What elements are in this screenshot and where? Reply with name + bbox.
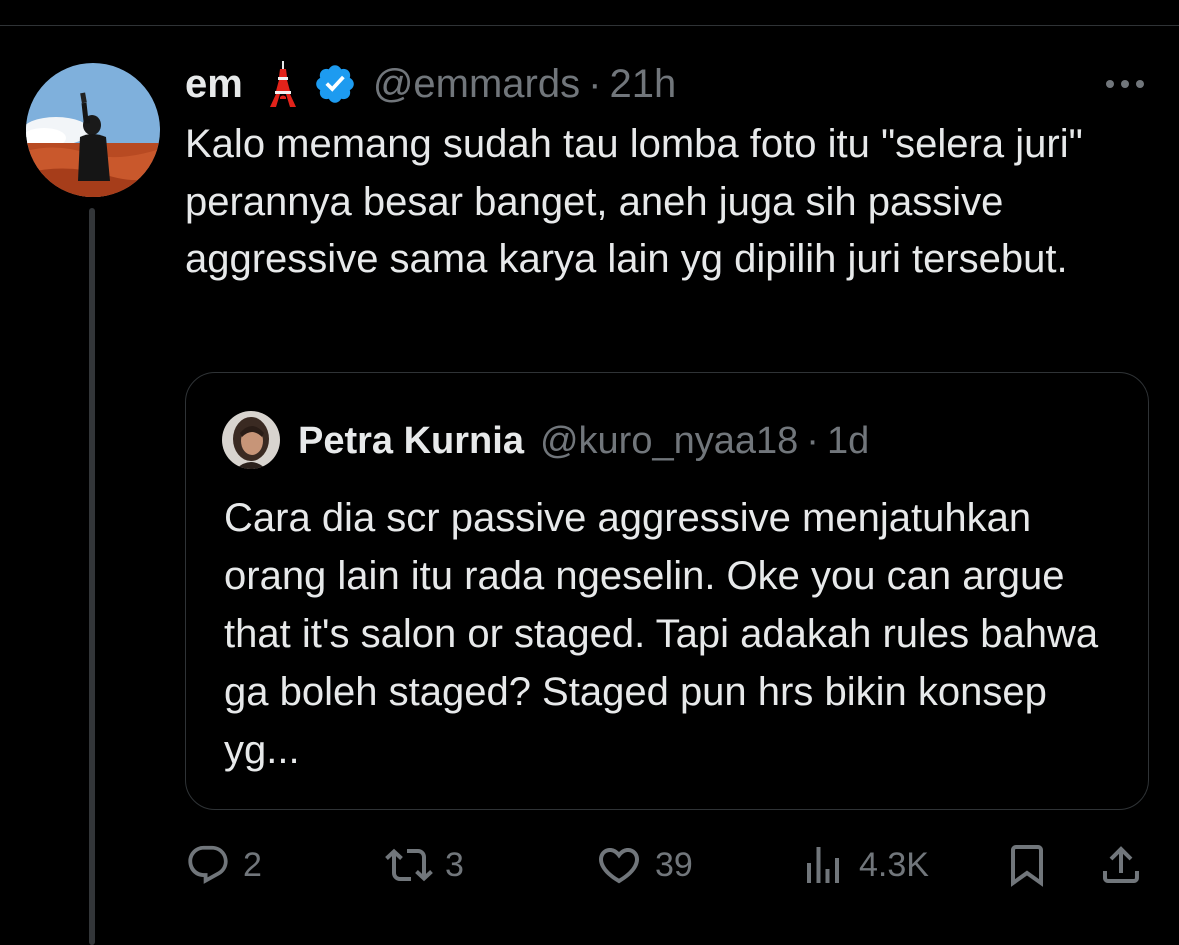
retweet-icon [385,848,433,882]
like-button[interactable]: 39 [595,838,693,892]
views-chart-icon [807,847,839,883]
author-name[interactable]: em [185,62,243,107]
reply-icon [188,845,228,884]
timestamp[interactable]: 21h [609,62,676,107]
quoted-avatar[interactable] [222,411,280,469]
quoted-avatar-image [222,411,280,469]
more-options-icon[interactable] [1100,66,1150,102]
avatar[interactable] [26,63,160,197]
bookmark-button[interactable] [1003,838,1051,892]
heart-icon [598,848,640,884]
reply-count: 2 [243,845,262,884]
views-count: 4.3K [859,845,929,884]
separator-dot: · [588,61,602,106]
views-button[interactable]: 4.3K [799,838,929,892]
retweet-button[interactable]: 3 [385,838,464,892]
share-icon [1103,846,1139,883]
quoted-author-handle[interactable]: @kuro_nyaa18 [540,420,798,463]
quoted-tweet-text: Cara dia scr passive aggressive menjatuh… [224,496,1099,772]
share-button[interactable] [1097,838,1145,892]
verified-badge-icon[interactable] [313,62,357,106]
author-handle[interactable]: @emmards [373,62,580,107]
reply-button[interactable]: 2 [185,838,262,892]
retweet-count: 3 [445,845,464,884]
like-count: 39 [655,845,693,884]
quoted-timestamp[interactable]: 1d [827,420,869,463]
top-divider [0,25,1179,26]
quoted-separator-dot: · [806,419,819,462]
quoted-author-name[interactable]: Petra Kurnia [298,420,524,463]
thread-line [89,208,95,945]
quoted-tweet-header: Petra Kurnia @kuro_nyaa18 · 1d [298,415,869,467]
bookmark-icon [1011,845,1043,887]
tweet-header: em @emmards · 21h [185,58,676,110]
tweet-text: Kalo memang sudah tau lomba foto itu "se… [185,122,1083,281]
quoted-tweet-card[interactable]: Petra Kurnia @kuro_nyaa18 · 1d Cara dia … [185,372,1149,810]
tokyo-tower-icon [267,61,299,107]
avatar-image [26,63,160,197]
action-bar: 2 3 39 4.3K [185,838,1155,892]
